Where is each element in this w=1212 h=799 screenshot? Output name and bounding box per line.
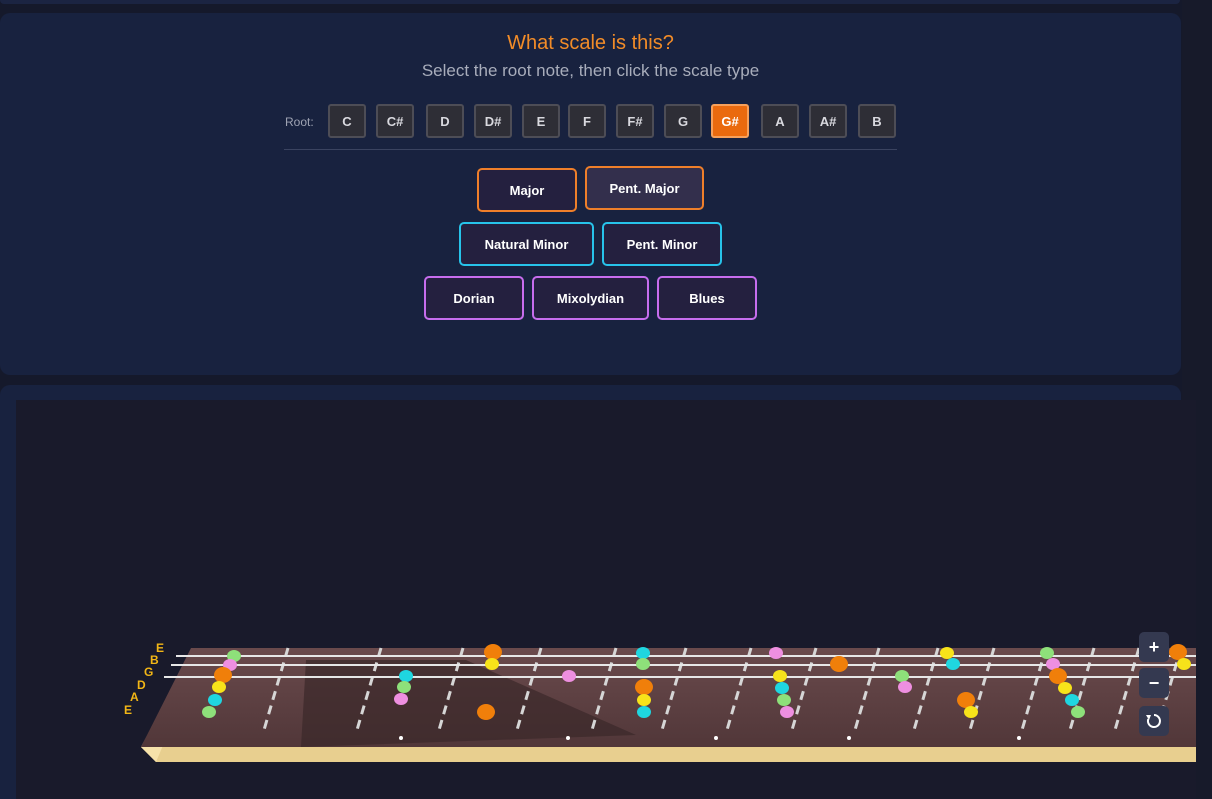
- instruction-text: Select the root note, then click the sca…: [421, 61, 760, 80]
- previous-card-edge: [0, 0, 1180, 4]
- note-marker: [780, 706, 794, 718]
- fretboard-wood: [141, 648, 1196, 747]
- root-button-c[interactable]: C: [328, 104, 366, 138]
- note-marker: [964, 706, 978, 718]
- inlay-dot: [714, 736, 718, 740]
- note-marker: [1058, 682, 1072, 694]
- question-title: What scale is this?: [507, 32, 674, 54]
- note-marker: [636, 647, 650, 659]
- note-marker: [940, 647, 954, 659]
- note-marker: [773, 670, 787, 682]
- note-marker: [202, 706, 216, 718]
- root-button-d[interactable]: D: [426, 104, 464, 138]
- note-marker: [1169, 644, 1187, 660]
- note-marker: [214, 667, 232, 683]
- note-marker: [895, 670, 909, 682]
- root-button-g-sharp[interactable]: G#: [711, 104, 749, 138]
- zoom-out-button[interactable]: −: [1139, 668, 1169, 698]
- note-marker: [477, 704, 495, 720]
- string-label: G: [144, 665, 153, 679]
- inlay-dot: [847, 736, 851, 740]
- note-marker: [485, 658, 499, 670]
- divider: [284, 149, 897, 150]
- note-marker: [637, 694, 651, 706]
- string-label: E: [124, 703, 132, 717]
- note-marker: [898, 681, 912, 693]
- scale-button-natural-minor[interactable]: Natural Minor: [459, 222, 594, 266]
- root-button-b[interactable]: B: [858, 104, 896, 138]
- root-button-f[interactable]: F: [568, 104, 606, 138]
- note-marker: [1065, 694, 1079, 706]
- reset-view-button[interactable]: [1139, 706, 1169, 736]
- note-marker: [484, 644, 502, 660]
- note-marker: [397, 681, 411, 693]
- note-marker: [1040, 647, 1054, 659]
- scale-button-mixolydian[interactable]: Mixolydian: [532, 276, 649, 320]
- root-button-a[interactable]: A: [761, 104, 799, 138]
- quiz-card: What scale is this? Select the root note…: [0, 13, 1181, 375]
- note-marker: [562, 670, 576, 682]
- note-marker: [769, 647, 783, 659]
- note-marker: [830, 656, 848, 672]
- inlay-dot: [566, 736, 570, 740]
- scale-button-major[interactable]: Major: [477, 168, 577, 212]
- note-marker: [1071, 706, 1085, 718]
- note-marker: [1049, 668, 1067, 684]
- rotate-reset-icon: [1146, 714, 1161, 728]
- note-marker: [1177, 658, 1191, 670]
- note-marker: [208, 694, 222, 706]
- string-labels: EBGDAE: [124, 641, 164, 717]
- root-button-a-sharp[interactable]: A#: [809, 104, 847, 138]
- note-marker: [399, 670, 413, 682]
- neck-binding-front: [141, 747, 1196, 762]
- root-button-d-sharp[interactable]: D#: [474, 104, 512, 138]
- note-marker: [212, 681, 226, 693]
- root-button-f-sharp[interactable]: F#: [616, 104, 654, 138]
- inlay-dot: [399, 736, 403, 740]
- inlay-dot: [1017, 736, 1021, 740]
- root-button-c-sharp[interactable]: C#: [376, 104, 414, 138]
- root-label: Root:: [285, 115, 314, 129]
- scale-button-pent-minor[interactable]: Pent. Minor: [602, 222, 722, 266]
- root-button-g[interactable]: G: [664, 104, 702, 138]
- note-marker: [637, 706, 651, 718]
- zoom-in-button[interactable]: +: [1139, 632, 1169, 662]
- scale-button-blues[interactable]: Blues: [657, 276, 757, 320]
- note-marker: [394, 693, 408, 705]
- string-label: A: [130, 690, 139, 704]
- note-marker: [946, 658, 960, 670]
- scale-button-dorian[interactable]: Dorian: [424, 276, 524, 320]
- scale-button-pent-major[interactable]: Pent. Major: [585, 166, 704, 210]
- root-selector: Root: C C# D D# E F F# G G# A A# B: [285, 104, 897, 138]
- fretboard-graphic: EBGDAE: [124, 641, 1196, 762]
- fretboard-3d-view[interactable]: EBGDAE + −: [16, 400, 1196, 799]
- note-marker: [957, 692, 975, 708]
- root-button-e[interactable]: E: [522, 104, 560, 138]
- note-marker: [636, 658, 650, 670]
- note-marker: [635, 679, 653, 695]
- note-marker: [775, 682, 789, 694]
- note-marker: [777, 694, 791, 706]
